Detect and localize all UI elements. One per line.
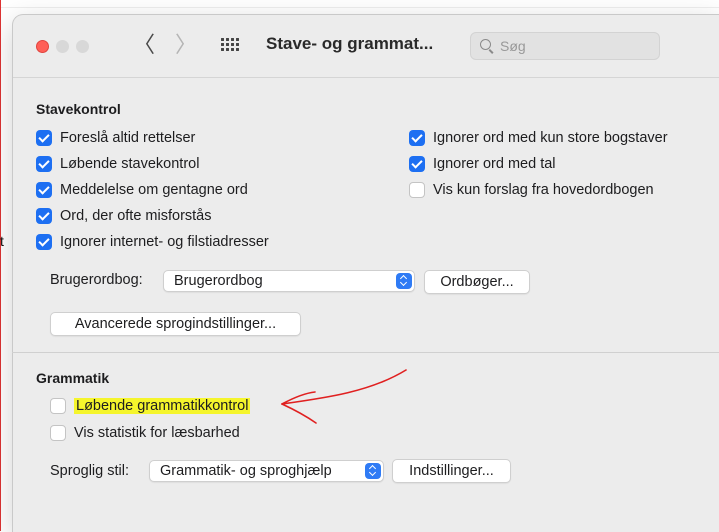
annotation-arrow-icon <box>281 369 407 424</box>
